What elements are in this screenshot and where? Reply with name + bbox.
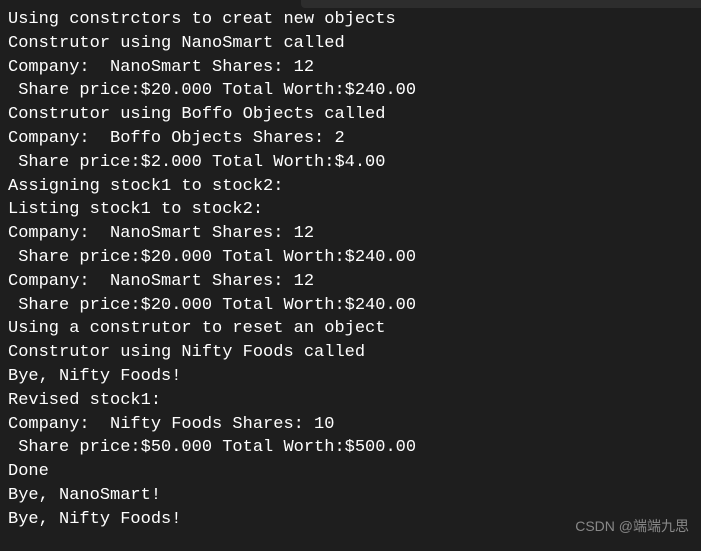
console-line: Share price:$50.000 Total Worth:$500.00 — [8, 436, 693, 460]
console-output: Using constrctors to creat new objects C… — [8, 8, 693, 532]
console-line: Listing stock1 to stock2: — [8, 198, 693, 222]
console-line: Using constrctors to creat new objects — [8, 8, 693, 32]
window-top-bar — [301, 0, 701, 8]
console-line: Using a construtor to reset an object — [8, 317, 693, 341]
console-line: Share price:$2.000 Total Worth:$4.00 — [8, 151, 693, 175]
console-line: Construtor using NanoSmart called — [8, 32, 693, 56]
console-line: Company: NanoSmart Shares: 12 — [8, 222, 693, 246]
watermark-text: CSDN @端端九思 — [575, 517, 689, 537]
console-line: Construtor using Boffo Objects called — [8, 103, 693, 127]
console-line: Share price:$20.000 Total Worth:$240.00 — [8, 79, 693, 103]
console-line: Done — [8, 460, 693, 484]
console-line: Construtor using Nifty Foods called — [8, 341, 693, 365]
console-line: Bye, Nifty Foods! — [8, 365, 693, 389]
console-line: Assigning stock1 to stock2: — [8, 175, 693, 199]
console-line: Share price:$20.000 Total Worth:$240.00 — [8, 246, 693, 270]
console-line: Company: NanoSmart Shares: 12 — [8, 56, 693, 80]
console-line: Company: Boffo Objects Shares: 2 — [8, 127, 693, 151]
console-line: Bye, NanoSmart! — [8, 484, 693, 508]
console-line: Revised stock1: — [8, 389, 693, 413]
console-line: Company: Nifty Foods Shares: 10 — [8, 413, 693, 437]
console-line: Share price:$20.000 Total Worth:$240.00 — [8, 294, 693, 318]
console-line: Company: NanoSmart Shares: 12 — [8, 270, 693, 294]
